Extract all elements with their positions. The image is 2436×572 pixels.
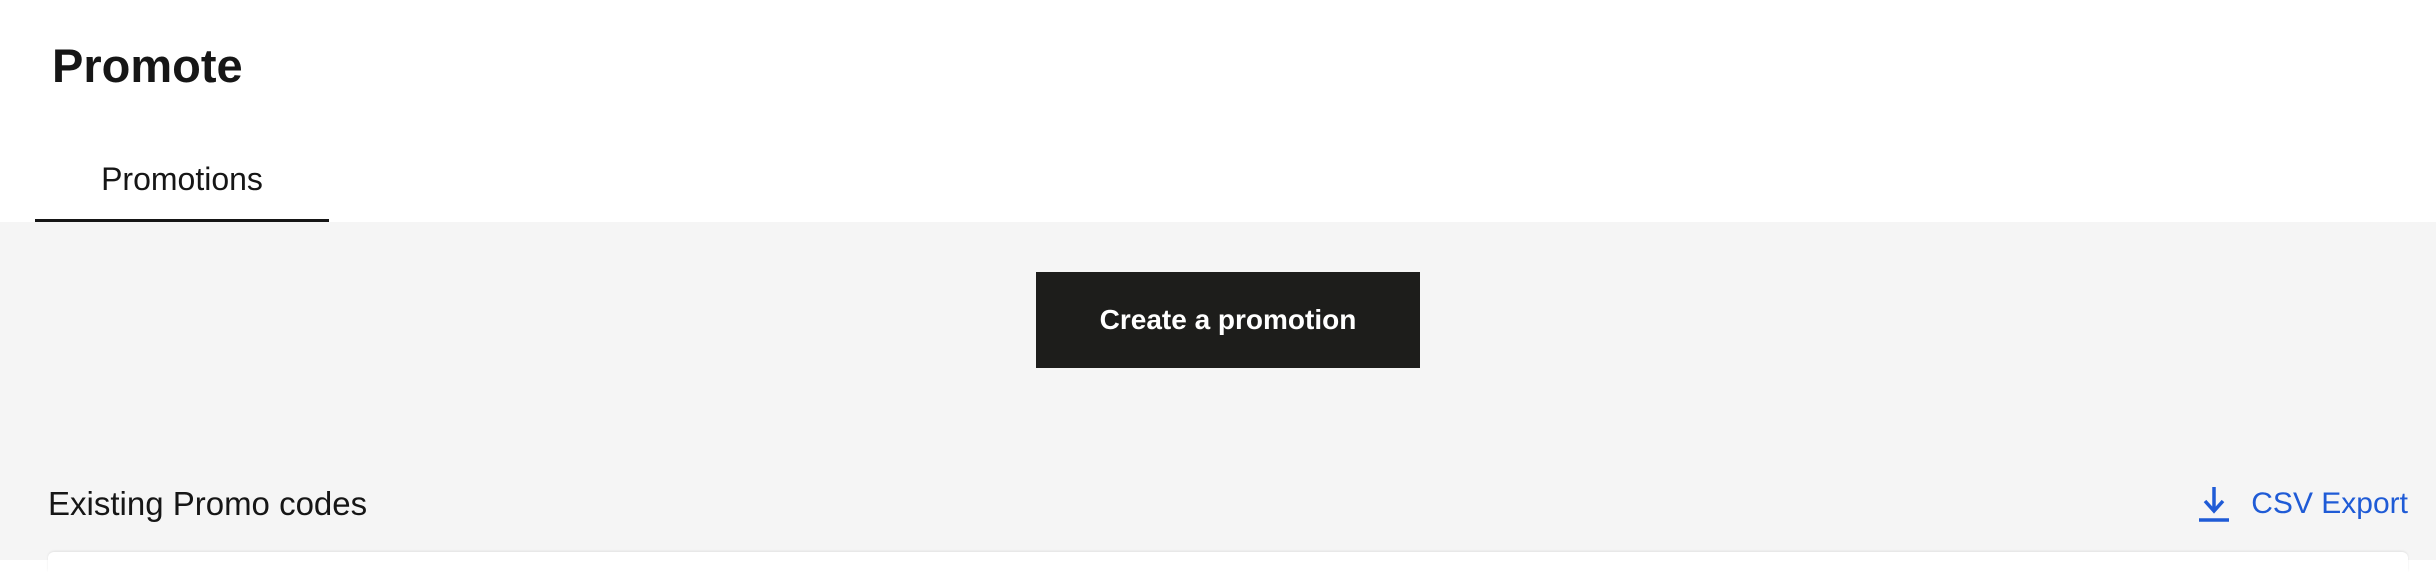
tab-promotions[interactable]: Promotions bbox=[35, 145, 329, 223]
existing-promo-codes-heading: Existing Promo codes bbox=[48, 485, 368, 522]
page-header: Promote Promotions bbox=[0, 0, 2436, 223]
csv-export-link[interactable]: CSV Export bbox=[2197, 484, 2408, 524]
csv-export-label: CSV Export bbox=[2251, 487, 2408, 520]
promo-codes-table bbox=[48, 552, 2408, 572]
promotions-content: Create a promotion Existing Promo codes … bbox=[0, 222, 2436, 572]
page-title: Promote bbox=[52, 39, 243, 92]
create-promotion-button[interactable]: Create a promotion bbox=[1036, 272, 1420, 368]
download-icon bbox=[2197, 484, 2231, 524]
tab-promotions-label: Promotions bbox=[101, 161, 263, 197]
